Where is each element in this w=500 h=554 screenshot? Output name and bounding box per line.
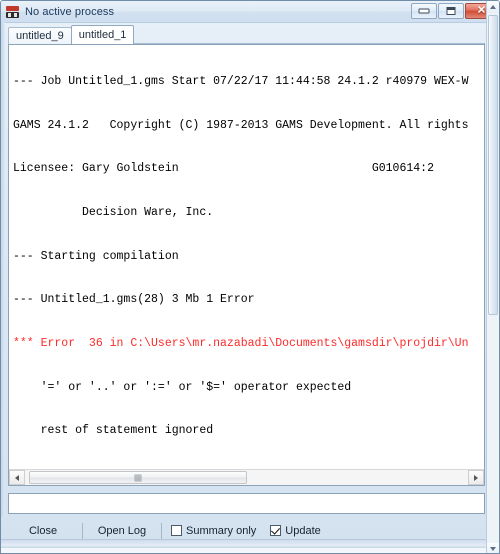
- log-line: '=' or '..' or ':=' or '$=' operator exp…: [13, 380, 352, 394]
- log-line: GAMS 24.1.2 Copyright (C) 1987-2013 GAMS…: [13, 118, 469, 132]
- close-button[interactable]: Close: [9, 522, 77, 540]
- close-button-label: Close: [28, 524, 58, 537]
- summary-only-checkbox[interactable]: Summary only: [171, 525, 256, 537]
- process-icon: [6, 5, 19, 18]
- arrow-up-icon[interactable]: [487, 1, 499, 13]
- maximize-button[interactable]: [438, 3, 464, 19]
- log-line: --- Job Untitled_1.gms Start 07/22/17 11…: [13, 75, 469, 89]
- tab-label: untitled_9: [16, 30, 64, 42]
- update-label: Update: [285, 524, 321, 537]
- summary-only-label: Summary only: [186, 524, 257, 537]
- footer-strip-upper: [1, 539, 499, 546]
- gams-ide-window: No active process ✕ untitled_9 untitled_…: [0, 0, 500, 554]
- footer-separator-2: [161, 522, 162, 539]
- tab-untitled-1[interactable]: untitled_1: [70, 25, 135, 44]
- arrow-down-icon[interactable]: [487, 543, 499, 553]
- maximize-icon: [446, 7, 456, 15]
- vertical-scroll-thumb[interactable]: [488, 15, 498, 315]
- log-line-error: *** Error 36 in C:\Users\mr.nazabadi\Doc…: [13, 336, 469, 350]
- log-text: --- Job Untitled_1.gms Start 07/22/17 11…: [13, 46, 481, 456]
- arrow-right-icon[interactable]: [468, 470, 484, 485]
- log-horizontal-scrollbar[interactable]: [9, 469, 484, 485]
- horizontal-scroll-track[interactable]: [25, 470, 468, 485]
- log-line: --- Untitled_1.gms(28) 3 Mb 1 Error: [13, 293, 255, 307]
- footer-strip-lower: [1, 547, 499, 553]
- log-line: Decision Ware, Inc.: [13, 206, 214, 220]
- log-line: rest of statement ignored: [13, 424, 214, 438]
- update-checkbox[interactable]: Update: [270, 524, 321, 537]
- checkbox-box-checked[interactable]: [270, 525, 282, 536]
- log-line: --- Starting compilation: [13, 249, 179, 263]
- log-line: Licensee: Gary Goldstein G010614:2: [13, 162, 434, 176]
- minimize-button[interactable]: [411, 3, 437, 19]
- tab-strip: untitled_9 untitled_1: [8, 25, 485, 44]
- horizontal-scroll-thumb[interactable]: [29, 471, 247, 484]
- open-log-button[interactable]: Open Log: [88, 522, 156, 540]
- minimize-icon: [418, 8, 430, 14]
- checkbox-box[interactable]: [171, 525, 182, 536]
- arrow-left-icon[interactable]: [9, 470, 25, 485]
- footer-separator-1: [82, 522, 83, 539]
- tab-untitled-9[interactable]: untitled_9: [8, 27, 72, 44]
- window-controls: ✕: [411, 3, 498, 19]
- tab-label: untitled_1: [78, 29, 127, 41]
- window-titlebar: No active process ✕: [1, 1, 499, 23]
- log-output-panel[interactable]: --- Job Untitled_1.gms Start 07/22/17 11…: [8, 44, 485, 486]
- command-input[interactable]: [8, 493, 485, 514]
- window-left-edge: [1, 22, 5, 517]
- outer-vertical-scrollbar[interactable]: [486, 1, 499, 553]
- window-title: No active process: [25, 5, 115, 18]
- open-log-button-label: Open Log: [97, 524, 147, 537]
